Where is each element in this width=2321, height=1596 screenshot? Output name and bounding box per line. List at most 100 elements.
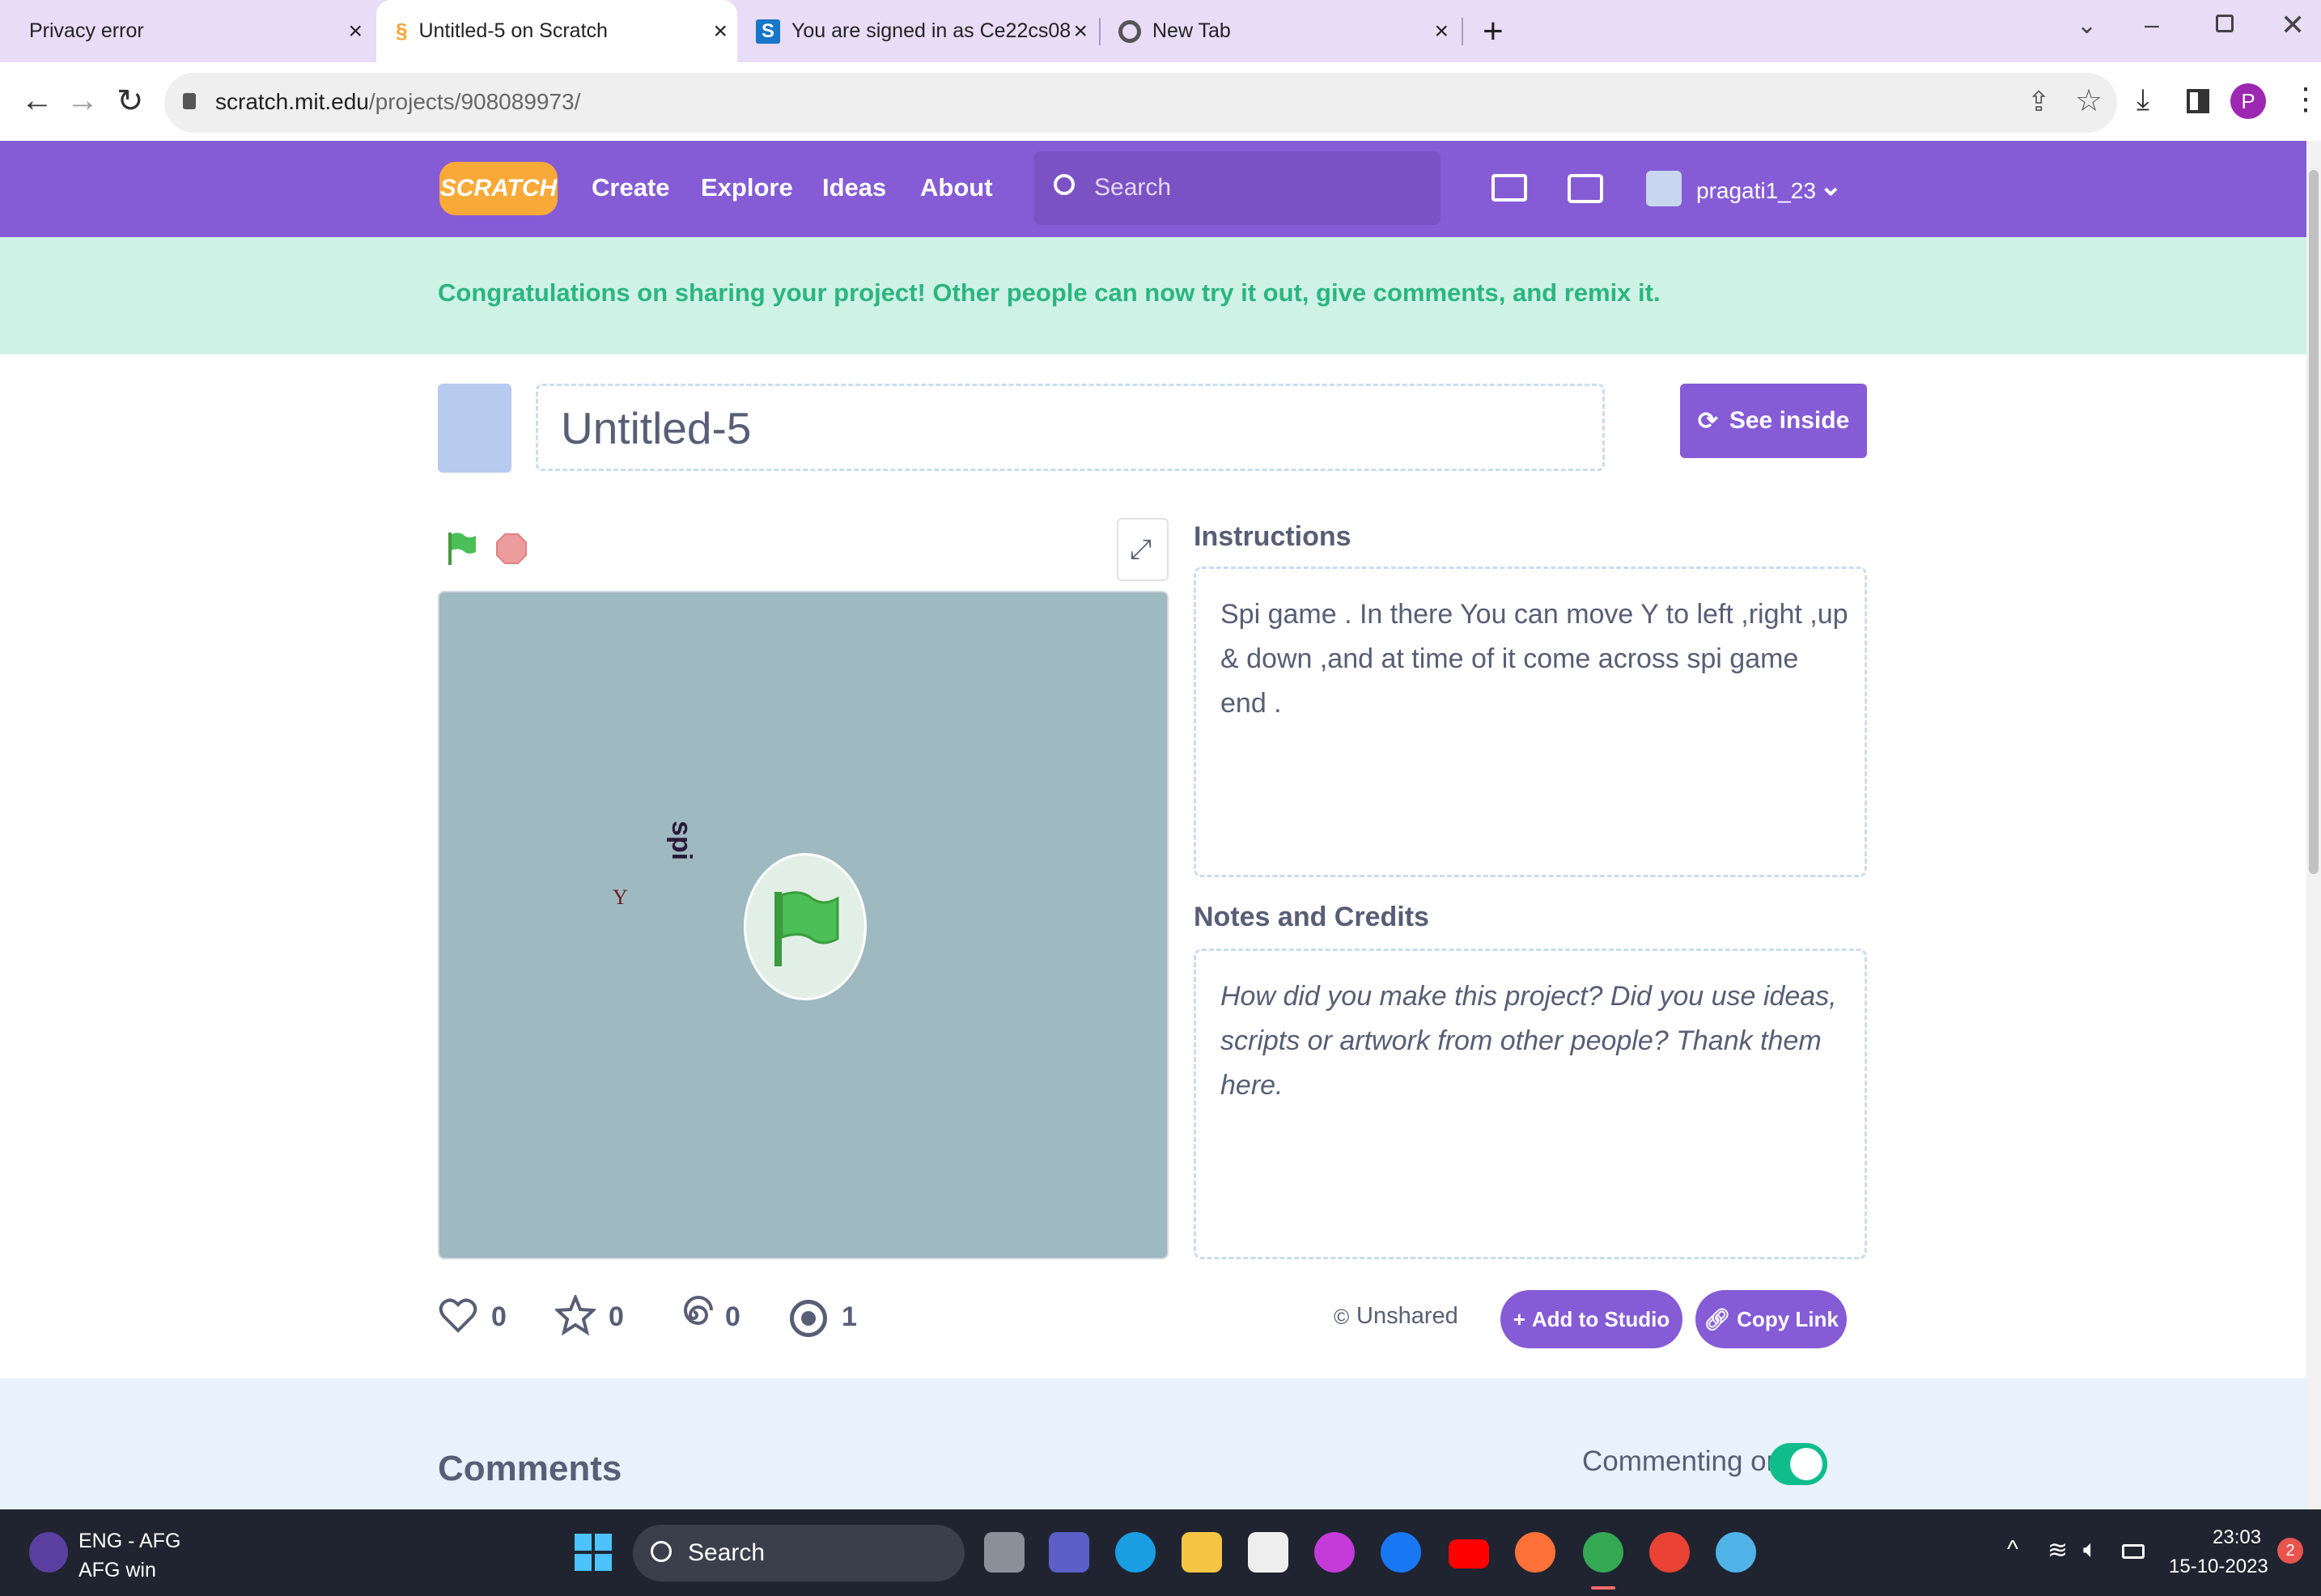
- views-eye-icon: [790, 1300, 827, 1337]
- teams-chat-icon[interactable]: [1049, 1532, 1089, 1573]
- facebook-icon[interactable]: [1381, 1532, 1421, 1573]
- volume-icon[interactable]: 🔈︎: [2083, 1536, 2098, 1564]
- forward-arrow-icon[interactable]: →: [66, 83, 99, 119]
- download-icon[interactable]: ⤓: [2136, 83, 2149, 117]
- youtube-icon[interactable]: [1449, 1539, 1489, 1568]
- s-favicon-icon: S: [756, 19, 780, 44]
- cricket-trophy-icon[interactable]: [29, 1532, 68, 1573]
- side-panel-icon[interactable]: [2187, 89, 2209, 113]
- username-label[interactable]: pragati1_23: [1696, 178, 1816, 204]
- close-window-icon[interactable]: ✕: [2281, 8, 2305, 42]
- tab-title: You are signed in as Ce22cs08: [791, 19, 1071, 42]
- new-tab-plus-icon[interactable]: +: [1483, 11, 1504, 52]
- close-tab-icon[interactable]: ×: [713, 18, 728, 45]
- copy-link-button[interactable]: 🔗︎ Copy Link: [1695, 1290, 1847, 1348]
- url-text[interactable]: scratch.mit.edu/projects/908089973/: [215, 89, 580, 115]
- close-tab-icon[interactable]: ×: [348, 18, 363, 45]
- copy-link-label: Copy Link: [1737, 1306, 1839, 1331]
- paint-icon[interactable]: [1716, 1532, 1756, 1573]
- show-hidden-icons-chevron[interactable]: ^: [2007, 1536, 2018, 1564]
- wifi-icon[interactable]: ≋: [2047, 1536, 2068, 1564]
- file-explorer-icon[interactable]: [1182, 1532, 1222, 1573]
- tab-separator: [1099, 18, 1101, 45]
- search-input[interactable]: Search: [1034, 151, 1441, 225]
- microsoft-store-icon[interactable]: [1248, 1532, 1288, 1573]
- tab-title: Untitled-5 on Scratch: [418, 19, 608, 42]
- language-sub-label[interactable]: AFG win: [78, 1559, 156, 1582]
- user-avatar[interactable]: [1646, 171, 1682, 206]
- link-icon: 🔗︎: [1704, 1306, 1731, 1331]
- minimize-icon[interactable]: –: [2145, 10, 2159, 40]
- clock-date[interactable]: 15-10-2023: [2169, 1556, 2268, 1578]
- view-count: 1: [842, 1301, 857, 1332]
- taskbar-search-label: Search: [688, 1539, 766, 1566]
- messages-envelope-icon[interactable]: [1491, 174, 1527, 202]
- windows-taskbar: [0, 1509, 2321, 1596]
- stop-icon[interactable]: [495, 533, 528, 565]
- edge-icon[interactable]: [1115, 1532, 1156, 1573]
- close-tab-icon[interactable]: ×: [1073, 18, 1088, 45]
- love-count: 0: [491, 1301, 507, 1332]
- nav-about-link[interactable]: About: [920, 173, 993, 202]
- tab-privacy-error[interactable]: Privacy error ×: [0, 0, 372, 62]
- url-path: /projects/908089973/: [368, 89, 581, 114]
- windows-start-icon[interactable]: [575, 1534, 612, 1571]
- chrome-favicon-icon: [1118, 19, 1141, 43]
- project-title[interactable]: Untitled-5: [561, 402, 751, 454]
- tab-scratch-project[interactable]: § Untitled-5 on Scratch ×: [376, 0, 737, 62]
- reload-icon[interactable]: ↻: [117, 83, 144, 120]
- comments-heading: Comments: [438, 1449, 622, 1488]
- unshared-label: Unshared: [1356, 1303, 1458, 1329]
- chrome-profile-1-icon[interactable]: [1583, 1532, 1623, 1573]
- clock-time[interactable]: 23:03: [2213, 1526, 2261, 1549]
- instructions-text: Spi game . In there You can move Y to le…: [1220, 599, 1848, 719]
- love-heart-icon[interactable]: [438, 1295, 478, 1335]
- remix-arrows-icon: ⟳: [1697, 407, 1718, 435]
- url-domain: scratch.mit.edu: [215, 89, 369, 114]
- project-stage[interactable]: Y spi: [438, 591, 1169, 1259]
- taskbar-search-icon: [651, 1541, 672, 1562]
- scratch-logo[interactable]: SCRATCH: [439, 162, 558, 215]
- project-author-avatar[interactable]: [438, 384, 511, 473]
- eye-pupil: [801, 1311, 816, 1326]
- language-label[interactable]: ENG - AFG: [78, 1530, 180, 1553]
- nav-explore-link[interactable]: Explore: [701, 173, 793, 202]
- lock-icon: [183, 93, 196, 109]
- profile-avatar[interactable]: P: [2230, 83, 2266, 119]
- tab-signed-in[interactable]: S You are signed in as Ce22cs08 ×: [741, 0, 1097, 62]
- browser-tab-bar: Privacy error × § Untitled-5 on Scratch …: [0, 0, 2321, 62]
- copyright-icon: ©: [1334, 1305, 1350, 1329]
- wps-icon[interactable]: [1314, 1532, 1355, 1573]
- scrollbar-thumb[interactable]: [2309, 170, 2319, 874]
- restore-icon[interactable]: [2216, 15, 2234, 32]
- active-app-indicator: [1591, 1586, 1615, 1590]
- chrome-profile-2-icon[interactable]: [1649, 1532, 1690, 1573]
- browser-menu-icon[interactable]: ⋮: [2290, 81, 2321, 117]
- stage-green-flag-icon: [771, 889, 839, 970]
- notification-badge[interactable]: 2: [2277, 1538, 2303, 1564]
- firefox-icon[interactable]: [1515, 1532, 1555, 1573]
- tab-title: New Tab: [1152, 19, 1231, 42]
- close-tab-icon[interactable]: ×: [1434, 18, 1449, 45]
- commenting-toggle[interactable]: [1769, 1443, 1827, 1485]
- search-icon: [1054, 174, 1075, 195]
- favorite-star-icon[interactable]: [554, 1293, 597, 1336]
- fullscreen-button[interactable]: ⤢: [1117, 518, 1169, 581]
- plus-icon: +: [1513, 1306, 1525, 1331]
- tab-search-chevron-icon[interactable]: ⌄: [2077, 11, 2097, 40]
- task-view-icon[interactable]: [984, 1532, 1025, 1573]
- green-flag-icon[interactable]: [447, 531, 476, 567]
- battery-icon[interactable]: [2122, 1544, 2145, 1559]
- see-inside-button[interactable]: ⟳ See inside: [1680, 384, 1867, 458]
- account-chevron-down-icon[interactable]: ⌄: [1819, 170, 1843, 202]
- nav-ideas-link[interactable]: Ideas: [822, 173, 886, 202]
- favorite-count: 0: [609, 1301, 624, 1332]
- my-stuff-folder-icon[interactable]: [1568, 174, 1603, 203]
- back-arrow-icon[interactable]: ←: [21, 83, 53, 119]
- add-to-studio-button[interactable]: + Add to Studio: [1500, 1290, 1682, 1348]
- bookmark-star-icon[interactable]: ☆: [2075, 83, 2102, 119]
- nav-create-link[interactable]: Create: [592, 173, 670, 202]
- taskbar-search-box[interactable]: Search: [633, 1525, 965, 1581]
- share-icon[interactable]: ⇪: [2027, 86, 2051, 118]
- tab-new-tab[interactable]: New Tab ×: [1102, 0, 1458, 62]
